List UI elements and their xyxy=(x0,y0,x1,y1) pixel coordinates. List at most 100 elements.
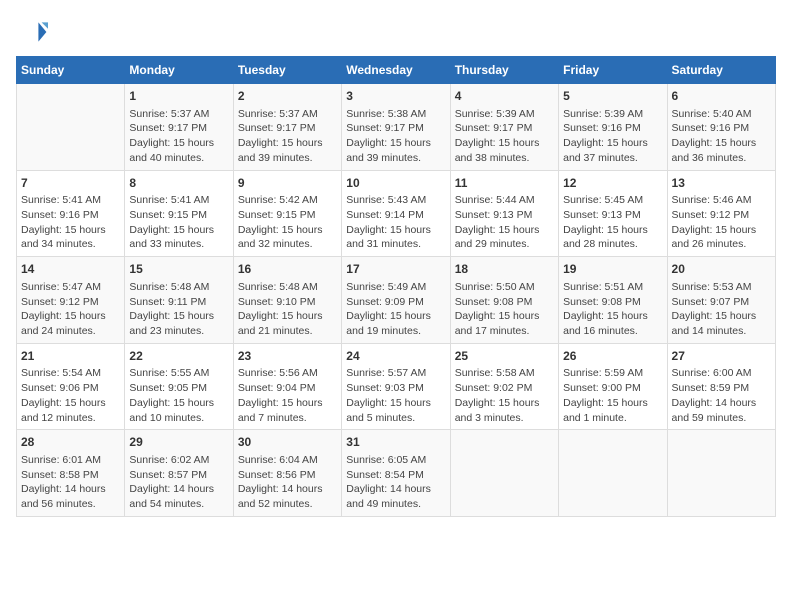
cell-info: and 5 minutes. xyxy=(346,411,445,426)
week-row-1: 1Sunrise: 5:37 AMSunset: 9:17 PMDaylight… xyxy=(17,84,776,171)
calendar-cell: 12Sunrise: 5:45 AMSunset: 9:13 PMDayligh… xyxy=(559,170,667,257)
calendar-cell: 7Sunrise: 5:41 AMSunset: 9:16 PMDaylight… xyxy=(17,170,125,257)
calendar-cell: 2Sunrise: 5:37 AMSunset: 9:17 PMDaylight… xyxy=(233,84,341,171)
col-header-wednesday: Wednesday xyxy=(342,57,450,84)
cell-info: Sunrise: 5:55 AM xyxy=(129,366,228,381)
cell-info: and 7 minutes. xyxy=(238,411,337,426)
col-header-friday: Friday xyxy=(559,57,667,84)
cell-info: and 1 minute. xyxy=(563,411,662,426)
cell-info: Sunset: 9:13 PM xyxy=(455,208,554,223)
cell-info: Daylight: 15 hours xyxy=(21,396,120,411)
cell-info: Sunset: 9:14 PM xyxy=(346,208,445,223)
cell-info: Daylight: 15 hours xyxy=(346,309,445,324)
col-header-monday: Monday xyxy=(125,57,233,84)
week-row-3: 14Sunrise: 5:47 AMSunset: 9:12 PMDayligh… xyxy=(17,257,776,344)
cell-info: and 19 minutes. xyxy=(346,324,445,339)
calendar-cell xyxy=(17,84,125,171)
cell-info: Daylight: 15 hours xyxy=(129,223,228,238)
calendar-table: SundayMondayTuesdayWednesdayThursdayFrid… xyxy=(16,56,776,517)
day-number: 21 xyxy=(21,348,120,365)
day-number: 3 xyxy=(346,88,445,105)
cell-info: Daylight: 15 hours xyxy=(346,396,445,411)
cell-info: Sunset: 9:06 PM xyxy=(21,381,120,396)
cell-info: and 14 minutes. xyxy=(672,324,771,339)
cell-info: and 59 minutes. xyxy=(672,411,771,426)
cell-info: Daylight: 15 hours xyxy=(672,223,771,238)
cell-info: Sunrise: 5:39 AM xyxy=(563,107,662,122)
cell-info: and 23 minutes. xyxy=(129,324,228,339)
cell-info: Daylight: 15 hours xyxy=(455,136,554,151)
cell-info: Sunset: 9:17 PM xyxy=(346,121,445,136)
cell-info: Daylight: 14 hours xyxy=(238,482,337,497)
cell-info: Daylight: 15 hours xyxy=(455,309,554,324)
calendar-cell: 26Sunrise: 5:59 AMSunset: 9:00 PMDayligh… xyxy=(559,343,667,430)
cell-info: Daylight: 15 hours xyxy=(672,309,771,324)
cell-info: Daylight: 15 hours xyxy=(563,396,662,411)
logo-icon xyxy=(16,16,48,48)
day-number: 23 xyxy=(238,348,337,365)
calendar-cell: 20Sunrise: 5:53 AMSunset: 9:07 PMDayligh… xyxy=(667,257,775,344)
cell-info: Daylight: 15 hours xyxy=(129,136,228,151)
cell-info: and 12 minutes. xyxy=(21,411,120,426)
cell-info: Daylight: 15 hours xyxy=(129,396,228,411)
calendar-cell: 27Sunrise: 6:00 AMSunset: 8:59 PMDayligh… xyxy=(667,343,775,430)
week-row-5: 28Sunrise: 6:01 AMSunset: 8:58 PMDayligh… xyxy=(17,430,776,517)
cell-info: Sunrise: 5:53 AM xyxy=(672,280,771,295)
page-header xyxy=(16,16,776,48)
cell-info: Sunrise: 5:59 AM xyxy=(563,366,662,381)
cell-info: Sunset: 9:15 PM xyxy=(129,208,228,223)
logo xyxy=(16,16,52,48)
calendar-cell: 21Sunrise: 5:54 AMSunset: 9:06 PMDayligh… xyxy=(17,343,125,430)
day-number: 7 xyxy=(21,175,120,192)
cell-info: and 39 minutes. xyxy=(346,151,445,166)
cell-info: Sunrise: 5:49 AM xyxy=(346,280,445,295)
cell-info: Daylight: 15 hours xyxy=(672,136,771,151)
day-number: 31 xyxy=(346,434,445,451)
cell-info: Sunrise: 5:41 AM xyxy=(129,193,228,208)
week-row-4: 21Sunrise: 5:54 AMSunset: 9:06 PMDayligh… xyxy=(17,343,776,430)
cell-info: and 29 minutes. xyxy=(455,237,554,252)
cell-info: Sunrise: 6:01 AM xyxy=(21,453,120,468)
cell-info: Sunrise: 5:48 AM xyxy=(238,280,337,295)
calendar-header-row: SundayMondayTuesdayWednesdayThursdayFrid… xyxy=(17,57,776,84)
cell-info: Sunset: 9:17 PM xyxy=(129,121,228,136)
calendar-cell: 24Sunrise: 5:57 AMSunset: 9:03 PMDayligh… xyxy=(342,343,450,430)
day-number: 6 xyxy=(672,88,771,105)
cell-info: Sunset: 9:05 PM xyxy=(129,381,228,396)
cell-info: and 17 minutes. xyxy=(455,324,554,339)
cell-info: Sunrise: 5:48 AM xyxy=(129,280,228,295)
calendar-cell: 25Sunrise: 5:58 AMSunset: 9:02 PMDayligh… xyxy=(450,343,558,430)
day-number: 8 xyxy=(129,175,228,192)
cell-info: Daylight: 15 hours xyxy=(238,309,337,324)
day-number: 29 xyxy=(129,434,228,451)
calendar-cell: 28Sunrise: 6:01 AMSunset: 8:58 PMDayligh… xyxy=(17,430,125,517)
cell-info: Sunrise: 5:45 AM xyxy=(563,193,662,208)
cell-info: and 24 minutes. xyxy=(21,324,120,339)
cell-info: Sunset: 8:54 PM xyxy=(346,468,445,483)
day-number: 5 xyxy=(563,88,662,105)
calendar-cell: 9Sunrise: 5:42 AMSunset: 9:15 PMDaylight… xyxy=(233,170,341,257)
cell-info: Sunset: 8:56 PM xyxy=(238,468,337,483)
day-number: 27 xyxy=(672,348,771,365)
cell-info: Daylight: 15 hours xyxy=(238,396,337,411)
calendar-cell: 13Sunrise: 5:46 AMSunset: 9:12 PMDayligh… xyxy=(667,170,775,257)
cell-info: and 26 minutes. xyxy=(672,237,771,252)
cell-info: and 33 minutes. xyxy=(129,237,228,252)
cell-info: Daylight: 14 hours xyxy=(129,482,228,497)
cell-info: and 28 minutes. xyxy=(563,237,662,252)
calendar-cell: 22Sunrise: 5:55 AMSunset: 9:05 PMDayligh… xyxy=(125,343,233,430)
cell-info: Daylight: 15 hours xyxy=(346,136,445,151)
cell-info: Sunrise: 5:37 AM xyxy=(238,107,337,122)
cell-info: Daylight: 15 hours xyxy=(563,309,662,324)
cell-info: Daylight: 15 hours xyxy=(21,223,120,238)
calendar-cell: 17Sunrise: 5:49 AMSunset: 9:09 PMDayligh… xyxy=(342,257,450,344)
day-number: 13 xyxy=(672,175,771,192)
day-number: 24 xyxy=(346,348,445,365)
cell-info: Sunrise: 5:54 AM xyxy=(21,366,120,381)
cell-info: Sunset: 9:02 PM xyxy=(455,381,554,396)
cell-info: Daylight: 15 hours xyxy=(455,223,554,238)
cell-info: Sunrise: 5:40 AM xyxy=(672,107,771,122)
calendar-cell: 14Sunrise: 5:47 AMSunset: 9:12 PMDayligh… xyxy=(17,257,125,344)
cell-info: Daylight: 14 hours xyxy=(346,482,445,497)
cell-info: Daylight: 15 hours xyxy=(346,223,445,238)
